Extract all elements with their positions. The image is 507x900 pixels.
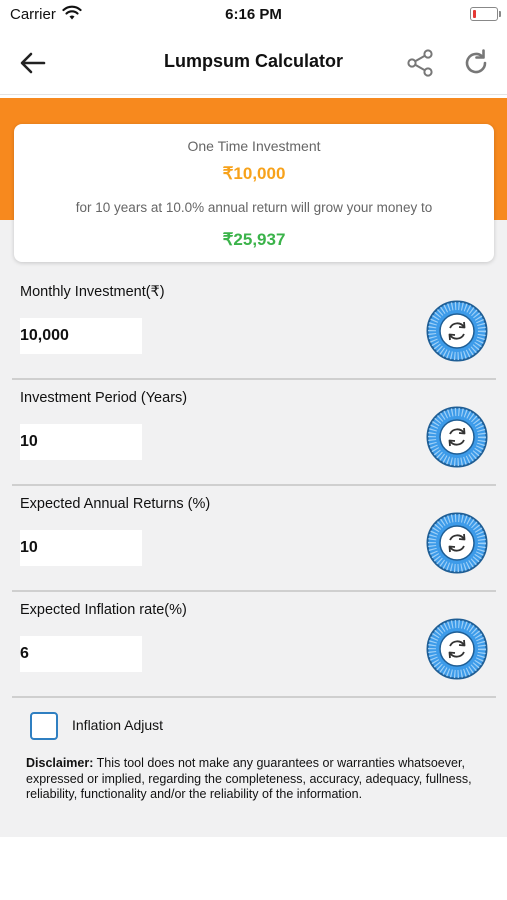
disclaimer-text: This tool does not make any guarantees o… <box>26 756 472 801</box>
annual-returns-input[interactable]: 10 <box>20 530 142 566</box>
reset-dial-icon[interactable] <box>426 512 488 574</box>
share-icon[interactable] <box>404 47 436 79</box>
reset-dial-icon[interactable] <box>426 406 488 468</box>
clock: 6:16 PM <box>225 6 282 23</box>
inflation-rate-input[interactable]: 6 <box>20 636 142 672</box>
battery-icon <box>470 7 501 21</box>
inflation-adjust-label: Inflation Adjust <box>72 717 164 733</box>
monthly-investment-input[interactable]: 10,000 <box>20 318 142 354</box>
reset-dial-icon[interactable] <box>426 618 488 680</box>
future-value: ₹25,937 <box>222 230 286 249</box>
annual-returns-section: Expected Annual Returns (%) 10 <box>12 484 496 592</box>
investment-amount: ₹10,000 <box>222 164 286 183</box>
inflation-rate-section: Expected Inflation rate(%) 6 <box>12 590 496 698</box>
nav-bar: Lumpsum Calculator <box>0 30 507 95</box>
investment-label: One Time Investment <box>187 138 321 154</box>
reset-dial-icon[interactable] <box>426 300 488 362</box>
disclaimer-title: Disclaimer: <box>26 756 94 770</box>
field-label: Expected Annual Returns (%) <box>20 496 211 512</box>
field-label: Expected Inflation rate(%) <box>20 602 187 618</box>
field-label: Investment Period (Years) <box>20 390 188 406</box>
investment-period-section: Investment Period (Years) 10 <box>12 378 496 486</box>
investment-period-input[interactable]: 10 <box>20 424 142 460</box>
monthly-investment-section: Monthly Investment(₹) 10,000 <box>12 272 496 380</box>
refresh-icon[interactable] <box>460 47 492 79</box>
result-card: One Time Investment ₹10,000 for 10 years… <box>14 124 494 262</box>
status-bar: Carrier 6:16 PM <box>0 0 507 30</box>
field-label: Monthly Investment(₹) <box>20 284 165 300</box>
disclaimer: Disclaimer: This tool does not make any … <box>26 756 481 803</box>
result-description: for 10 years at 10.0% annual return will… <box>75 200 433 215</box>
inflation-adjust-checkbox[interactable] <box>30 712 58 740</box>
